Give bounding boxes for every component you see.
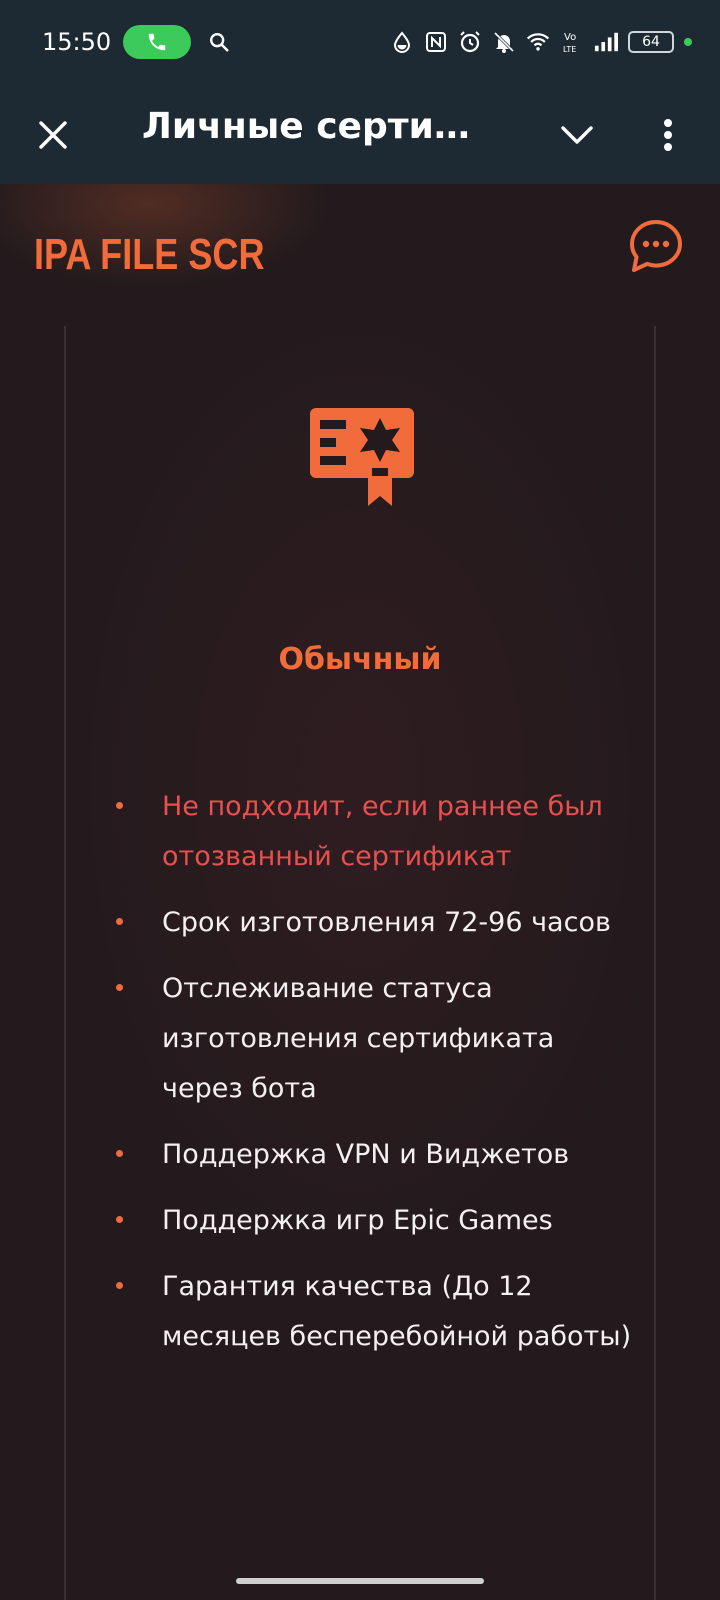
feature-text: Гарантия качества (До 12 месяцев беспере…: [162, 1271, 632, 1352]
more-options-button[interactable]: [648, 110, 688, 160]
water-drop-icon: [390, 30, 414, 54]
feature-list: Не подходит, если раннее был отозванный …: [116, 782, 636, 1378]
feature-text: Не подходит, если раннее был отозванный …: [162, 791, 603, 872]
expand-dropdown-button[interactable]: [552, 110, 602, 160]
mute-icon: [492, 30, 516, 54]
wifi-icon: [526, 30, 550, 54]
plan-name: Обычный: [278, 642, 442, 677]
list-item: Отслеживание статуса изготовления сертиф…: [116, 964, 636, 1114]
feature-text: Поддержка игр Epic Games: [162, 1205, 553, 1236]
status-icons: Vo LTE 64: [390, 30, 692, 54]
web-page: IPA FILE SCR Обычный Не подходит, если р…: [0, 184, 720, 1600]
feature-text: Отслеживание статуса изготовления сертиф…: [162, 973, 555, 1104]
search-icon: [205, 28, 233, 56]
more-vert-icon: [664, 119, 672, 151]
bullet-icon: [116, 1216, 123, 1223]
app-bar: Личные сертифи...: [0, 84, 720, 184]
nfc-icon: [424, 30, 448, 54]
close-button[interactable]: [28, 110, 78, 160]
chat-bubble-icon: [630, 220, 682, 272]
list-item: Срок изготовления 72-96 часов: [116, 898, 636, 948]
volte-icon: Vo LTE: [560, 30, 584, 54]
battery-icon: 64: [628, 31, 674, 53]
list-item: Поддержка игр Epic Games: [116, 1196, 636, 1246]
privacy-dot: [684, 38, 692, 46]
site-logo[interactable]: IPA FILE SCR: [34, 230, 265, 280]
list-item: Не подходит, если раннее был отозванный …: [116, 782, 636, 882]
feature-text: Поддержка VPN и Виджетов: [162, 1139, 570, 1170]
bullet-icon: [116, 918, 123, 925]
ongoing-call-indicator[interactable]: [123, 25, 192, 59]
list-item: Гарантия качества (До 12 месяцев беспере…: [116, 1262, 636, 1362]
status-time: 15:50: [42, 28, 112, 56]
svg-text:LTE: LTE: [563, 45, 576, 54]
feature-text: Срок изготовления 72-96 часов: [162, 907, 611, 938]
status-bar: 15:50 Vo LTE 64: [0, 0, 720, 84]
chat-button[interactable]: [628, 218, 684, 274]
bullet-icon: [116, 1150, 123, 1157]
alarm-icon: [458, 30, 482, 54]
svg-text:Vo: Vo: [564, 32, 576, 43]
page-title: Личные сертифи...: [142, 106, 502, 147]
list-item: Поддержка VPN и Виджетов: [116, 1130, 636, 1180]
signal-icon: [594, 30, 618, 54]
bullet-icon: [116, 1282, 123, 1289]
bullet-icon: [116, 984, 123, 991]
close-icon: [39, 121, 67, 149]
pricing-card: Обычный Не подходит, если раннее был ото…: [64, 326, 656, 1600]
certificate-icon: [310, 408, 414, 506]
chevron-down-icon: [561, 126, 593, 144]
bullet-icon: [116, 802, 123, 809]
home-indicator[interactable]: [236, 1578, 484, 1584]
phone-icon: [148, 33, 166, 51]
